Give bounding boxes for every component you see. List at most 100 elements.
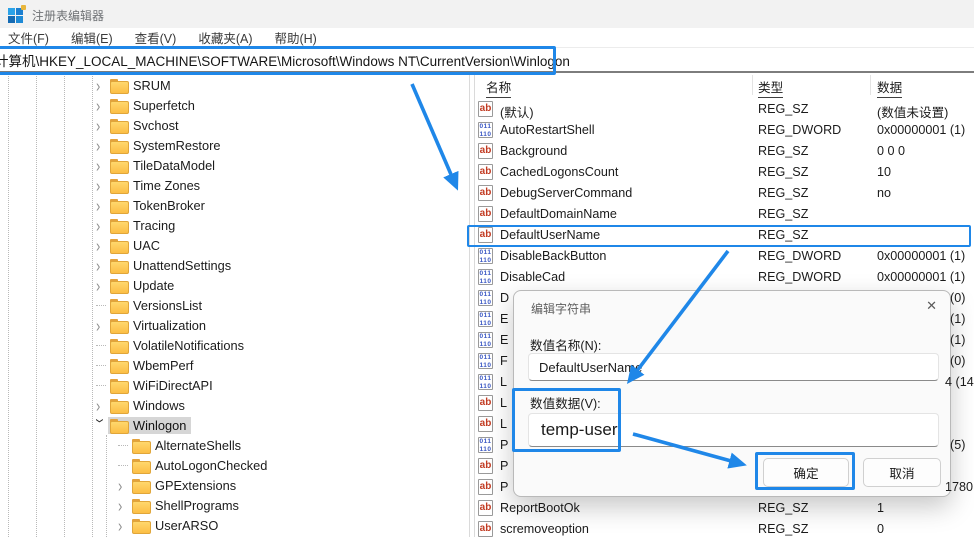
value-row-disablebackbutton[interactable]: 011110DisableBackButtonREG_DWORD0x000000… — [477, 246, 974, 267]
tree-item-userarso[interactable]: ›UserARSO — [0, 515, 468, 535]
tree-item-gpextensions[interactable]: ›GPExtensions — [0, 475, 468, 495]
folder-icon — [132, 439, 149, 452]
tree-item-update[interactable]: ›Update — [0, 275, 468, 295]
value-data-input[interactable]: temp-user — [528, 413, 939, 447]
dword-value-icon: 011110 — [478, 269, 493, 285]
folder-icon — [110, 139, 127, 152]
cancel-button[interactable]: 取消 — [863, 458, 941, 487]
registry-path: 计算机\HKEY_LOCAL_MACHINE\SOFTWARE\Microsof… — [0, 50, 570, 70]
tree-item-wifidirectapi[interactable]: WiFiDirectAPI — [0, 375, 468, 395]
chevron-right-icon[interactable]: › — [96, 315, 110, 335]
chevron-right-icon[interactable]: › — [96, 215, 110, 235]
folder-icon — [132, 499, 149, 512]
tree-item-superfetch[interactable]: ›Superfetch — [0, 95, 468, 115]
chevron-right-icon[interactable]: › — [96, 175, 110, 195]
chevron-right-icon[interactable]: › — [96, 155, 110, 175]
chevron-right-icon[interactable]: › — [96, 135, 110, 155]
chevron-right-icon[interactable]: › — [118, 515, 132, 535]
value-row-defaultusername[interactable]: abDefaultUserNameREG_SZ — [477, 225, 974, 246]
string-value-icon: ab — [478, 500, 493, 516]
tree-item-unattendsettings[interactable]: ›UnattendSettings — [0, 255, 468, 275]
window-title: 注册表编辑器 — [32, 7, 104, 24]
value-name-input[interactable]: DefaultUserName — [528, 353, 939, 381]
tree-item-volatilenotifications[interactable]: VolatileNotifications — [0, 335, 468, 355]
value-row-default[interactable]: ab(默认)REG_SZ(数值未设置) — [477, 99, 974, 120]
tree-item-systemrestore[interactable]: ›SystemRestore — [0, 135, 468, 155]
value-row-debugservercommand[interactable]: abDebugServerCommandREG_SZno — [477, 183, 974, 204]
tree-item-virtualization[interactable]: ›Virtualization — [0, 315, 468, 335]
folder-icon — [110, 99, 127, 112]
selected-tree-item: Winlogon — [108, 417, 191, 434]
chevron-right-icon[interactable]: › — [96, 255, 110, 275]
tree-item-uac[interactable]: ›UAC — [0, 235, 468, 255]
tree-item-alternateshells[interactable]: AlternateShells — [0, 435, 468, 455]
tree-item-windows[interactable]: ›Windows — [0, 395, 468, 415]
folder-icon — [110, 339, 127, 352]
value-row-defaultdomainname[interactable]: abDefaultDomainNameREG_SZ — [477, 204, 974, 225]
tree-item-shellprograms[interactable]: ›ShellPrograms — [0, 495, 468, 515]
folder-icon — [110, 259, 127, 272]
dword-value-icon: 011110 — [478, 374, 493, 390]
dialog-title: 编辑字符串 — [531, 300, 591, 317]
value-row-reportbootok[interactable]: abReportBootOkREG_SZ1 — [477, 498, 974, 519]
folder-icon — [110, 159, 127, 172]
tree-item-time-zones[interactable]: ›Time Zones — [0, 175, 468, 195]
menu-favorites[interactable]: 收藏夹(A) — [198, 28, 252, 47]
tree-item-srum[interactable]: ›SRUM — [0, 75, 468, 95]
tree-item-tracing[interactable]: ›Tracing — [0, 215, 468, 235]
folder-icon — [110, 79, 127, 92]
chevron-right-icon[interactable]: › — [96, 275, 110, 295]
tree-connector — [118, 465, 128, 466]
tree-connector — [118, 445, 128, 446]
value-data-label: 数值数据(V): — [530, 393, 601, 412]
chevron-down-icon[interactable]: › — [91, 418, 111, 432]
registry-tree-pane: ›SRUM ›Superfetch ›Svchost ›SystemRestor… — [0, 74, 468, 537]
tree-item-tiledatamodel[interactable]: ›TileDataModel — [0, 155, 468, 175]
tree-connector — [96, 385, 106, 386]
close-icon[interactable]: ✕ — [926, 298, 937, 314]
value-row-cachedlogonscount[interactable]: abCachedLogonsCountREG_SZ10 — [477, 162, 974, 183]
column-separator[interactable] — [870, 75, 871, 95]
registry-editor-window: 注册表编辑器 文件(F) 编辑(E) 查看(V) 收藏夹(A) 帮助(H) 计算… — [0, 0, 974, 537]
list-header: 名称 类型 数据 — [477, 74, 974, 97]
folder-icon — [110, 219, 127, 232]
tree-item-tokenbroker[interactable]: ›TokenBroker — [0, 195, 468, 215]
menu-edit[interactable]: 编辑(E) — [71, 28, 113, 47]
address-bar[interactable]: 计算机\HKEY_LOCAL_MACHINE\SOFTWARE\Microsof… — [0, 47, 974, 73]
chevron-right-icon[interactable]: › — [118, 475, 132, 495]
string-value-icon: ab — [478, 185, 493, 201]
pane-splitter[interactable] — [469, 74, 470, 537]
dword-value-icon: 011110 — [478, 311, 493, 327]
dword-value-icon: 011110 — [478, 353, 493, 369]
chevron-right-icon[interactable]: › — [96, 195, 110, 215]
column-separator[interactable] — [752, 75, 753, 95]
chevron-right-icon[interactable]: › — [96, 395, 110, 415]
folder-icon — [110, 319, 127, 332]
chevron-right-icon[interactable]: › — [96, 115, 110, 135]
pane-splitter[interactable] — [474, 74, 475, 537]
folder-icon — [132, 459, 149, 472]
folder-icon — [110, 359, 127, 372]
chevron-right-icon[interactable]: › — [96, 235, 110, 255]
tree-item-autologonchecked[interactable]: AutoLogonChecked — [0, 455, 468, 475]
column-header-data[interactable]: 数据 — [877, 77, 902, 96]
folder-icon — [110, 199, 127, 212]
value-row-autorestartshell[interactable]: 011110AutoRestartShellREG_DWORD0x0000000… — [477, 120, 974, 141]
tree-item-versionslist[interactable]: VersionsList — [0, 295, 468, 315]
value-row-background[interactable]: abBackgroundREG_SZ0 0 0 — [477, 141, 974, 162]
chevron-right-icon[interactable]: › — [96, 75, 110, 95]
chevron-right-icon[interactable]: › — [118, 495, 132, 515]
tree-item-wbemperf[interactable]: WbemPerf — [0, 355, 468, 375]
column-header-type[interactable]: 类型 — [758, 77, 783, 96]
menu-help[interactable]: 帮助(H) — [274, 28, 316, 47]
value-row-scremoveoption[interactable]: abscremoveoptionREG_SZ0 — [477, 519, 974, 537]
menu-file[interactable]: 文件(F) — [8, 28, 49, 47]
column-header-name[interactable]: 名称 — [486, 77, 511, 96]
value-row-disablecad[interactable]: 011110DisableCadREG_DWORD0x00000001 (1) — [477, 267, 974, 288]
tree-item-winlogon[interactable]: ›Winlogon — [0, 415, 468, 435]
chevron-right-icon[interactable]: › — [96, 95, 110, 115]
folder-icon — [132, 479, 149, 492]
ok-button[interactable]: 确定 — [763, 458, 849, 487]
menu-view[interactable]: 查看(V) — [135, 28, 177, 47]
tree-item-svchost[interactable]: ›Svchost — [0, 115, 468, 135]
